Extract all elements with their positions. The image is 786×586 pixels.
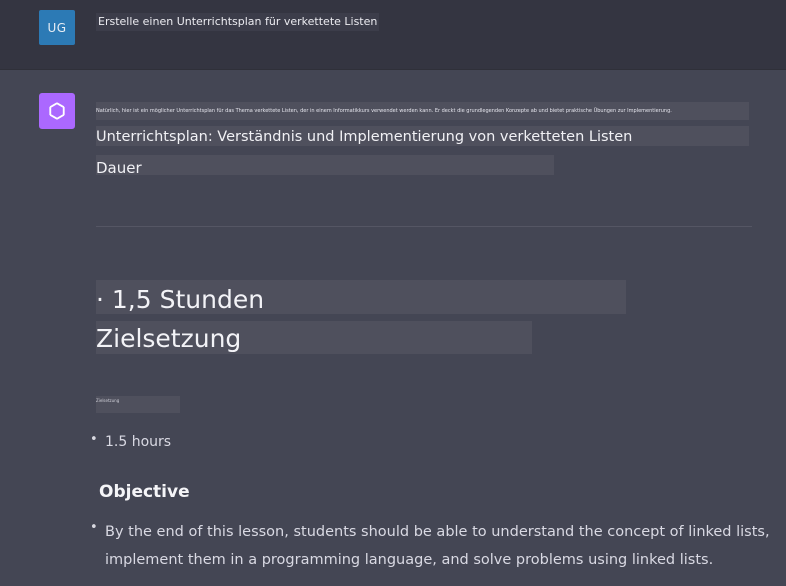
objective-small-label: Zielsetzung [96,396,180,413]
objective-heading: Objective [99,482,190,502]
objective-bullet-text: By the end of this lesson, students shou… [105,524,770,568]
duration-value-large: · 1,5 Stunden [96,280,626,314]
objective-heading-large: Zielsetzung [96,321,532,354]
duration-bullet-text: 1.5 hours [105,434,172,450]
lesson-plan-title: Unterrichtsplan: Verständnis und Impleme… [96,126,749,146]
bullet-icon: • [90,520,98,535]
assistant-intro-text: Natürlich, hier ist ein möglicher Unterr… [96,102,749,120]
section-divider [96,226,752,227]
user-message-text: Erstelle einen Unterrichtsplan für verke… [96,13,380,31]
openai-logo-icon [39,93,75,129]
bullet-icon: • [90,432,98,447]
user-avatar: UG [39,10,75,45]
duration-heading: Dauer [96,155,554,177]
user-message-row: UG Erstelle einen Unterrichtsplan für ve… [0,0,786,70]
